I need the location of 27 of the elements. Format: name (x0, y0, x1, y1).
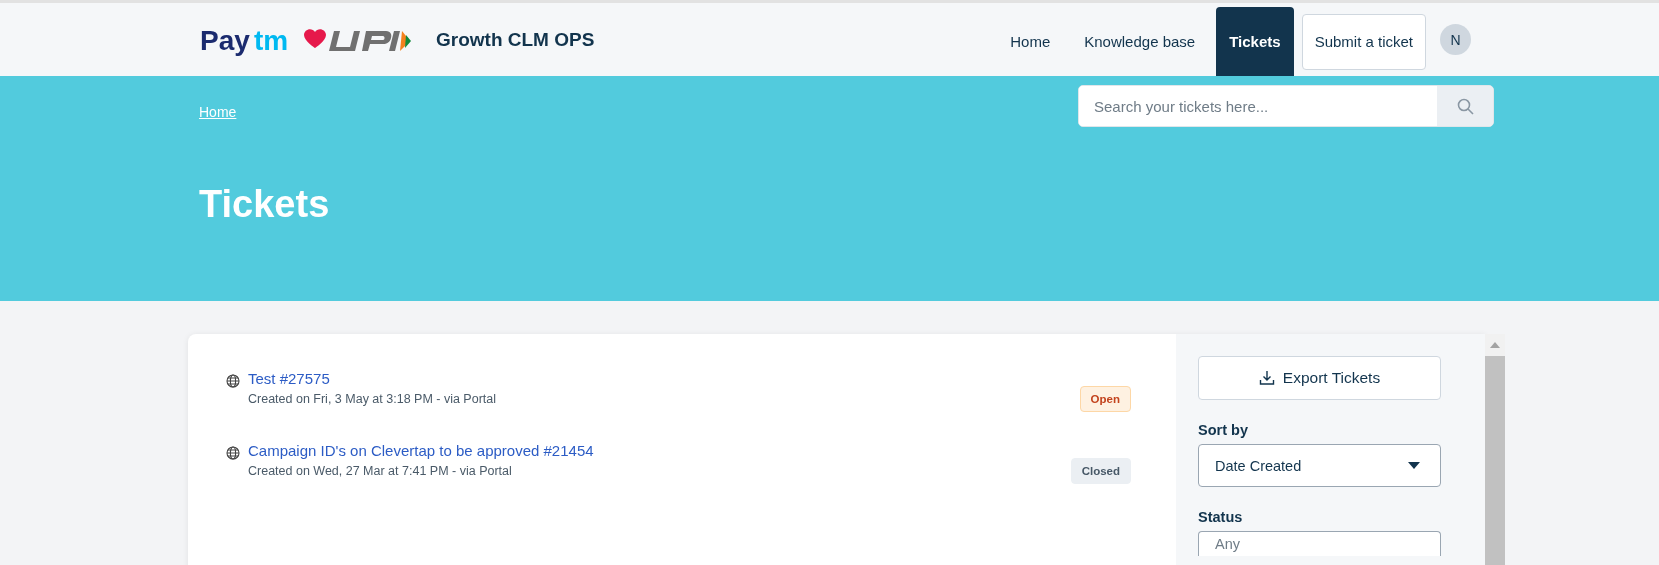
page-title: Tickets (199, 183, 330, 226)
user-avatar[interactable]: N (1440, 24, 1471, 55)
filter-label: Status (1198, 509, 1243, 525)
site-title: Growth CLM OPS (436, 28, 595, 51)
filter-label: Sort by (1198, 422, 1248, 438)
dropdown-field[interactable]: Date Created (1198, 444, 1441, 487)
submit-ticket-button[interactable]: Submit a ticket (1301, 13, 1426, 70)
ticket-link[interactable]: Campaign ID's on Clevertap to be approved #21454 (248, 442, 594, 459)
ticket-link[interactable]: Test #27575 (248, 370, 330, 387)
ticket-meta: Created on Wed, 27 Mar at 7:41 PM - via Portal (248, 464, 513, 478)
brand-logo[interactable]: Paytm (200, 22, 412, 57)
globe-icon (226, 446, 240, 460)
search-icon[interactable] (1456, 97, 1474, 115)
status-badge: Open (1079, 386, 1131, 412)
export-tickets-button[interactable]: Export Tickets (1198, 356, 1441, 400)
nav-tab[interactable]: Home (997, 7, 1064, 76)
download-icon (1258, 370, 1275, 386)
dropdown-field[interactable]: Any (1198, 531, 1441, 556)
scroll-up-arrow-icon[interactable] (1490, 342, 1500, 348)
nav-tab[interactable]: Knowledge base (1071, 7, 1209, 76)
search-field[interactable]: Search your tickets here... (1078, 85, 1494, 127)
scrollbar[interactable] (1485, 334, 1505, 565)
nav-tab[interactable]: Tickets (1216, 7, 1294, 76)
ticket-meta: Created on Fri, 3 May at 3:18 PM - via Portal (248, 392, 498, 406)
globe-icon (226, 374, 240, 388)
status-badge: Closed (1070, 458, 1131, 484)
caret-down-icon (1408, 462, 1420, 469)
